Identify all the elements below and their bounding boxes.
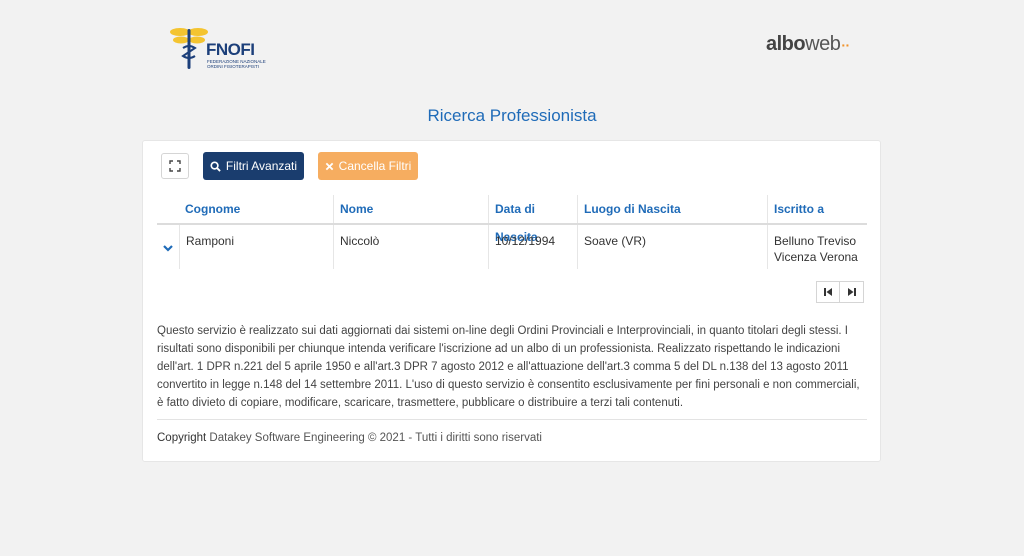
chevron-down-icon: [163, 245, 173, 252]
column-header-cognome[interactable]: Cognome: [179, 195, 333, 223]
pagination: [816, 281, 864, 303]
copyright: Copyright Datakey Software Engineering ©…: [157, 432, 542, 444]
column-header-nome[interactable]: Nome: [333, 195, 488, 223]
alboweb-logo-web: web: [805, 33, 841, 55]
dragonfly-logo-icon: [170, 28, 208, 69]
fnofi-subtitle: FEDERAZIONE NAZIONALE ORDINI FISIOTERAPI…: [207, 59, 277, 69]
table-header: Cognome Nome Data di Nascita Luogo di Na…: [157, 195, 867, 244]
cell-luogo-nascita: Soave (VR): [577, 225, 767, 269]
skip-first-icon: [824, 288, 832, 296]
disclaimer-text: Questo servizio è realizzato sui dati ag…: [157, 325, 860, 409]
advanced-filters-button[interactable]: Filtri Avanzati: [203, 152, 304, 180]
fnofi-logo[interactable]: FNOFI FEDERAZIONE NAZIONALE ORDINI FISIO…: [170, 26, 280, 72]
alboweb-logo-dots: ··: [841, 37, 850, 53]
clear-filters-label: Cancella Filtri: [338, 159, 412, 173]
last-page-button[interactable]: [840, 281, 864, 303]
expand-button[interactable]: [161, 153, 189, 179]
alboweb-logo-albo: albo: [766, 33, 806, 55]
cell-iscritto-a: Belluno Treviso Vicenza Verona: [767, 225, 867, 269]
expand-icon: [169, 160, 181, 172]
page-title: Ricerca Professionista: [427, 106, 597, 125]
column-header-luogo-nascita[interactable]: Luogo di Nascita: [577, 195, 767, 223]
search-icon: [210, 160, 221, 172]
first-page-button[interactable]: [816, 281, 840, 303]
fnofi-name: FNOFI: [206, 40, 255, 59]
header: FNOFI FEDERAZIONE NAZIONALE ORDINI FISIO…: [0, 0, 1024, 90]
fnofi-subtitle-line2: ORDINI FISIOTERAPISTI: [207, 64, 260, 69]
table-row[interactable]: Ramponi Niccolò 10/12/1994 Soave (VR) Be…: [157, 225, 867, 269]
cell-data-nascita: 10/12/1994: [488, 225, 577, 269]
alboweb-logo[interactable]: alboweb··: [766, 33, 850, 56]
iscritto-a-line: Vicenza Verona: [774, 250, 858, 264]
cell-cognome: Ramponi: [179, 225, 333, 269]
column-header-iscritto-a[interactable]: Iscritto a: [767, 195, 867, 223]
clear-filters-button[interactable]: Cancella Filtri: [318, 152, 418, 180]
iscritto-a-line: Belluno Treviso: [774, 234, 857, 248]
copyright-label: Copyright: [157, 432, 207, 444]
column-header-data-nascita[interactable]: Data di Nascita: [488, 195, 577, 244]
row-expand-toggle[interactable]: [161, 241, 175, 255]
copyright-text: Datakey Software Engineering © 2021 - Tu…: [209, 432, 542, 444]
close-icon: [325, 162, 333, 170]
cell-nome: Niccolò: [333, 225, 488, 269]
skip-last-icon: [847, 288, 856, 296]
advanced-filters-label: Filtri Avanzati: [225, 159, 298, 173]
results-card: Filtri Avanzati Cancella Filtri Cognome …: [142, 140, 881, 462]
results-table: Cognome Nome Data di Nascita Luogo di Na…: [157, 195, 867, 269]
divider: [157, 419, 867, 420]
